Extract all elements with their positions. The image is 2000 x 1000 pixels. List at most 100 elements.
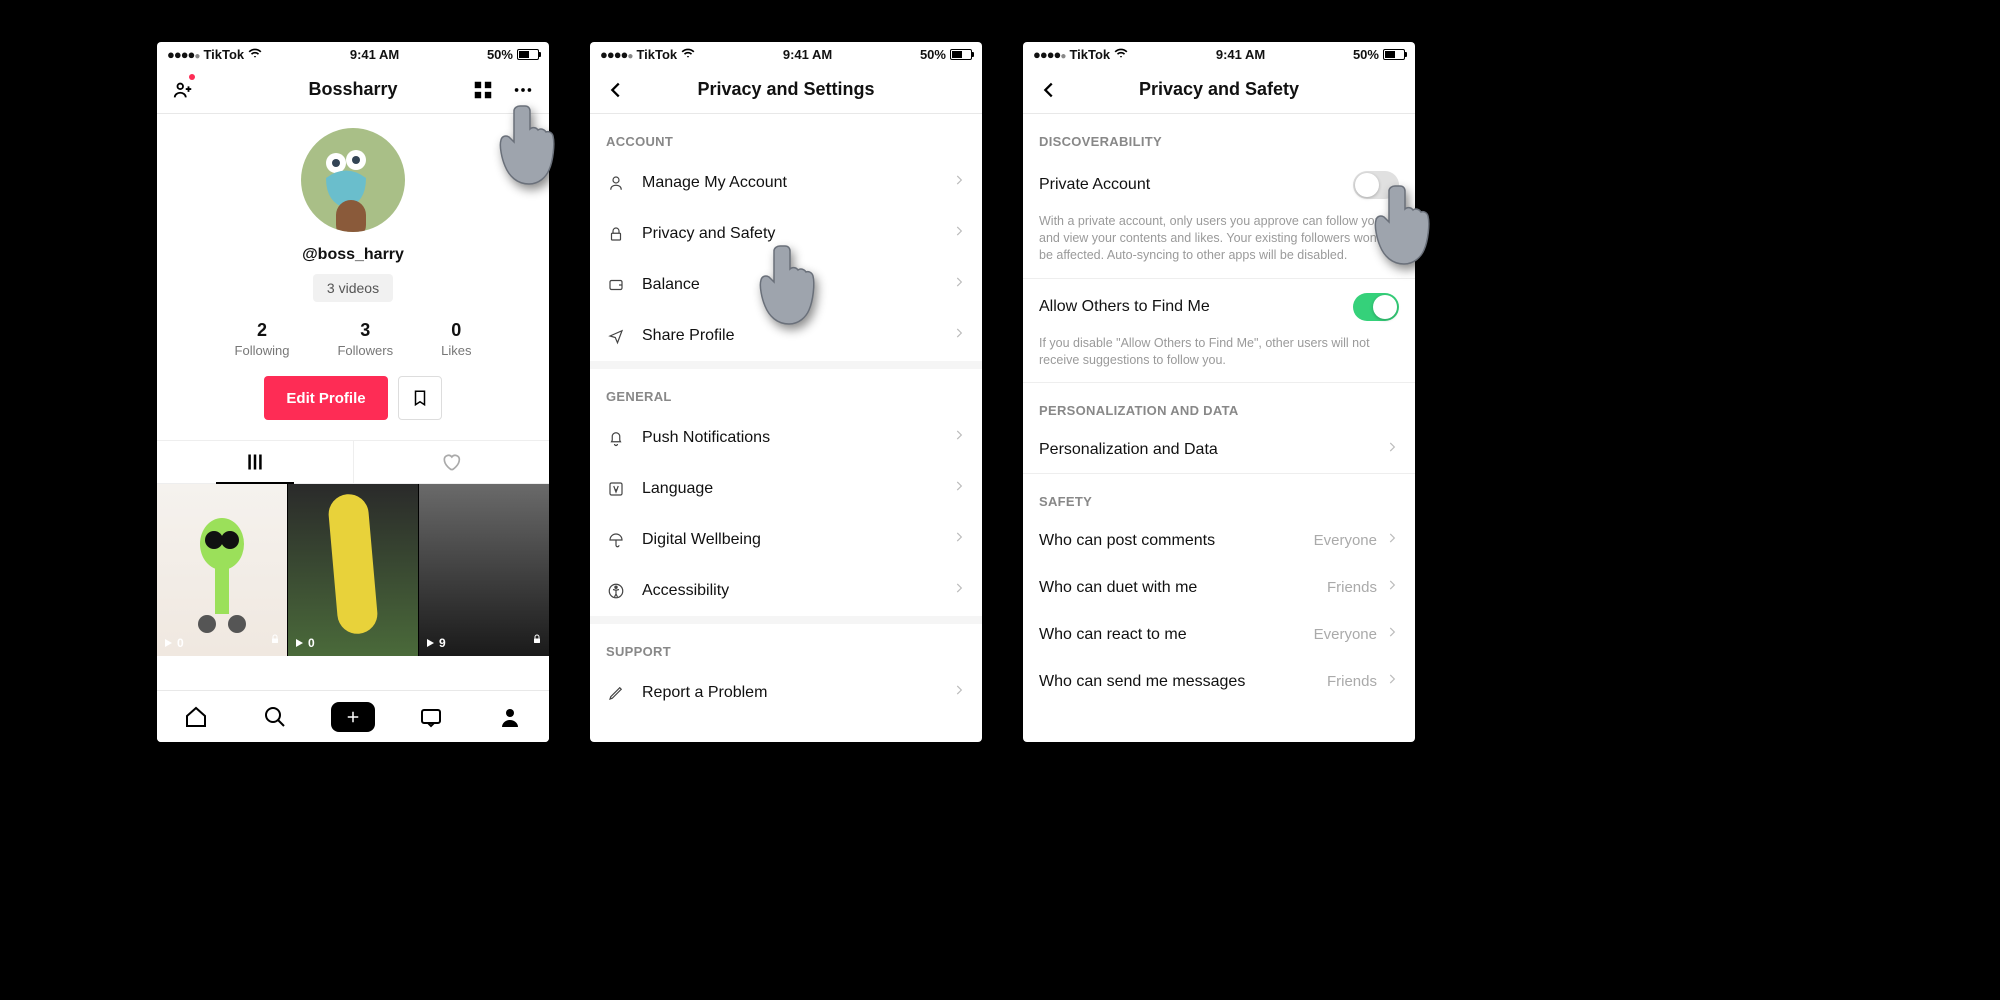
carrier-label: TikTok	[636, 47, 677, 62]
row-privacy-safety[interactable]: Privacy and Safety	[590, 208, 982, 259]
nav-search[interactable]	[235, 691, 313, 742]
nav-inbox[interactable]	[392, 691, 470, 742]
battery-icon	[950, 49, 972, 60]
chevron-right-icon	[952, 683, 966, 702]
avatar[interactable]	[301, 128, 405, 232]
signal-dots-icon: ●●●●●	[600, 47, 632, 62]
battery-percent: 50%	[1353, 47, 1379, 62]
section-general-header: GENERAL	[590, 369, 982, 412]
row-personalization[interactable]: Personalization and Data	[1023, 426, 1415, 473]
battery-percent: 50%	[920, 47, 946, 62]
bell-icon	[606, 429, 626, 447]
private-account-desc: With a private account, only users you a…	[1023, 213, 1415, 278]
row-who-react[interactable]: Who can react to me Everyone	[1023, 611, 1415, 658]
battery-icon	[517, 49, 539, 60]
nav-create[interactable]	[314, 691, 392, 742]
row-share-profile[interactable]: Share Profile	[590, 310, 982, 361]
nav-profile[interactable]	[471, 691, 549, 742]
section-discoverability-header: DISCOVERABILITY	[1023, 114, 1415, 157]
section-safety-header: SAFETY	[1023, 474, 1415, 517]
carrier-label: TikTok	[1069, 47, 1110, 62]
accessibility-icon	[606, 582, 626, 600]
video-thumb[interactable]: 0	[157, 484, 288, 656]
tab-liked[interactable]	[353, 441, 550, 483]
page-title: Privacy and Settings	[697, 79, 874, 100]
chevron-right-icon	[952, 479, 966, 498]
qr-button[interactable]	[461, 66, 505, 113]
row-accessibility[interactable]: Accessibility	[590, 565, 982, 616]
row-digital-wellbeing[interactable]: Digital Wellbeing	[590, 514, 982, 565]
wallet-icon	[606, 276, 626, 294]
chevron-right-icon	[1385, 672, 1399, 691]
wifi-icon	[1114, 46, 1128, 63]
signal-dots-icon: ●●●●●	[167, 47, 199, 62]
toggle-private-account[interactable]	[1353, 171, 1399, 199]
nav-home[interactable]	[157, 691, 235, 742]
clock: 9:41 AM	[783, 47, 832, 62]
video-count-badge[interactable]: 3 videos	[313, 274, 393, 302]
stat-followers[interactable]: 3 Followers	[337, 320, 393, 358]
row-balance[interactable]: Balance	[590, 259, 982, 310]
carrier-label: TikTok	[203, 47, 244, 62]
chevron-right-icon	[952, 173, 966, 192]
battery-percent: 50%	[487, 47, 513, 62]
status-bar: ●●●●● TikTok 9:41 AM 50%	[590, 42, 982, 66]
video-thumb[interactable]: 9	[419, 484, 549, 656]
row-manage-account[interactable]: Manage My Account	[590, 157, 982, 208]
status-bar: ●●●●● TikTok 9:41 AM 50%	[1023, 42, 1415, 66]
chevron-right-icon	[1385, 625, 1399, 644]
screen-settings: ●●●●● TikTok 9:41 AM 50% Privacy and Set…	[590, 42, 982, 742]
stat-likes[interactable]: 0 Likes	[441, 320, 471, 358]
chevron-right-icon	[952, 326, 966, 345]
bottom-nav	[157, 690, 549, 742]
more-button[interactable]	[501, 66, 545, 113]
page-title: Bossharry	[308, 79, 397, 100]
row-private-account: Private Account	[1023, 157, 1415, 213]
back-button[interactable]	[594, 66, 638, 113]
screen-profile: ●●●●● TikTok 9:41 AM 50% Bossharry	[157, 42, 549, 742]
language-icon	[606, 480, 626, 498]
row-language[interactable]: Language	[590, 463, 982, 514]
pencil-icon	[606, 684, 626, 702]
back-button[interactable]	[1027, 66, 1071, 113]
row-find-me: Allow Others to Find Me	[1023, 278, 1415, 335]
add-friend-button[interactable]	[161, 66, 205, 113]
tab-posts[interactable]	[157, 441, 353, 483]
chevron-right-icon	[952, 224, 966, 243]
share-icon	[606, 327, 626, 345]
stat-following[interactable]: 2 Following	[235, 320, 290, 358]
section-support-header: SUPPORT	[590, 624, 982, 667]
row-who-post-comments[interactable]: Who can post comments Everyone	[1023, 517, 1415, 564]
video-grid: 0 0 9	[157, 484, 549, 656]
find-me-desc: If you disable "Allow Others to Find Me"…	[1023, 335, 1415, 383]
video-thumb[interactable]: 0	[288, 484, 419, 656]
signal-dots-icon: ●●●●●	[1033, 47, 1065, 62]
lock-icon	[531, 632, 543, 650]
row-push-notifications[interactable]: Push Notifications	[590, 412, 982, 463]
row-report-problem[interactable]: Report a Problem	[590, 667, 982, 718]
row-who-duet[interactable]: Who can duet with me Friends	[1023, 564, 1415, 611]
lock-icon	[606, 225, 626, 243]
profile-header: Bossharry	[157, 66, 549, 114]
username: @boss_harry	[157, 246, 549, 264]
settings-header: Privacy and Settings	[590, 66, 982, 114]
chevron-right-icon	[1385, 578, 1399, 597]
edit-profile-button[interactable]: Edit Profile	[264, 376, 387, 420]
section-account-header: ACCOUNT	[590, 114, 982, 157]
section-personalization-header: PERSONALIZATION AND DATA	[1023, 383, 1415, 426]
chevron-right-icon	[952, 275, 966, 294]
toggle-find-me[interactable]	[1353, 293, 1399, 321]
row-who-messages[interactable]: Who can send me messages Friends	[1023, 658, 1415, 705]
notification-dot-icon	[189, 74, 195, 80]
clock: 9:41 AM	[1216, 47, 1265, 62]
chevron-right-icon	[952, 530, 966, 549]
bookmark-button[interactable]	[398, 376, 442, 420]
battery-icon	[1383, 49, 1405, 60]
screen-privacy-safety: ●●●●● TikTok 9:41 AM 50% Privacy and Saf…	[1023, 42, 1415, 742]
lock-icon	[269, 632, 281, 650]
wifi-icon	[681, 46, 695, 63]
wifi-icon	[248, 46, 262, 63]
person-icon	[606, 174, 626, 192]
page-title: Privacy and Safety	[1139, 79, 1299, 100]
chevron-right-icon	[1385, 531, 1399, 550]
